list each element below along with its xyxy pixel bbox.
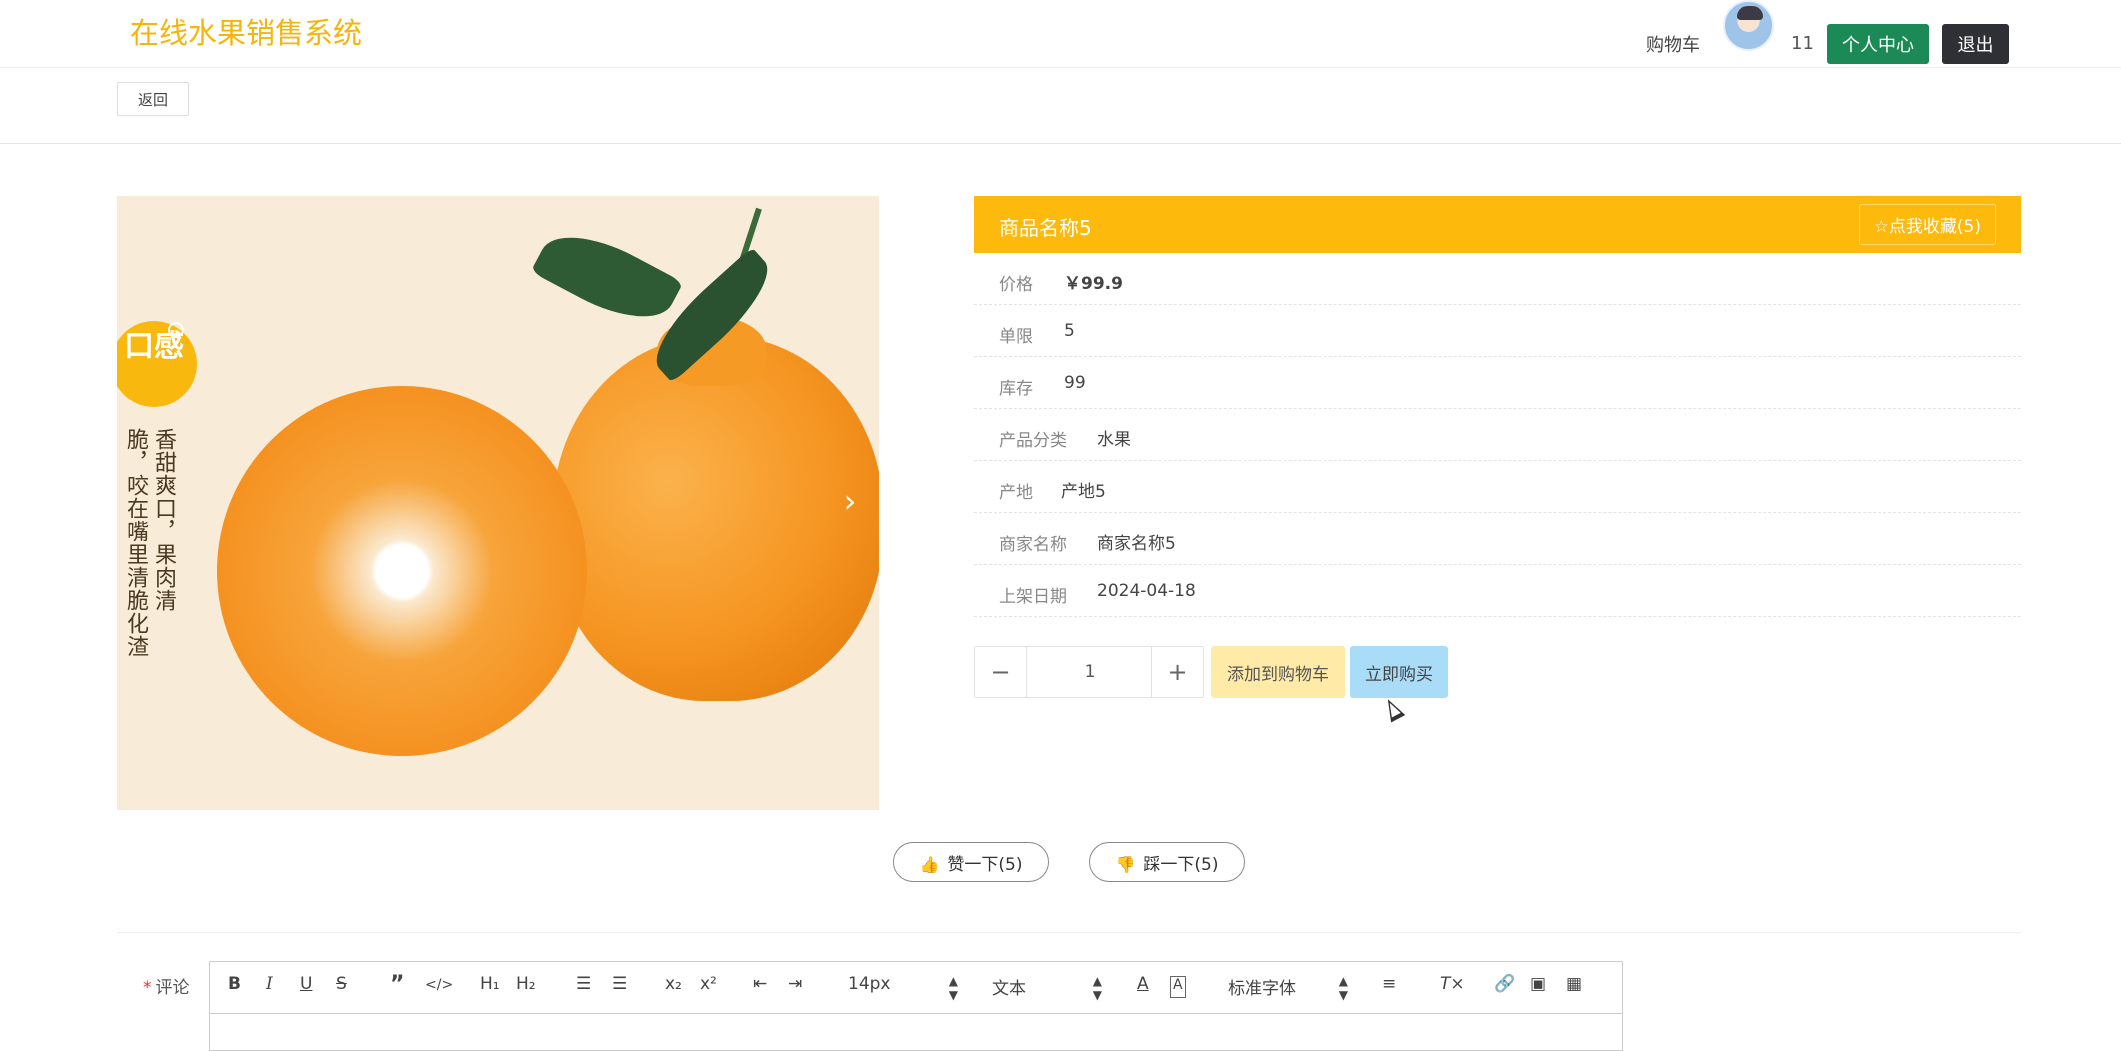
- cart-count: 11: [1791, 33, 1814, 54]
- align-icon[interactable]: ≡: [1382, 974, 1396, 1002]
- image-icon[interactable]: ▣: [1530, 974, 1546, 1002]
- taste-badge: 口感: [117, 321, 197, 407]
- increase-button[interactable]: +: [1151, 647, 1203, 697]
- thumbs-down-icon: 👎: [1115, 854, 1136, 874]
- leaf: [530, 216, 684, 338]
- field-value: 99: [1064, 373, 1086, 393]
- add-to-cart-button[interactable]: 添加到购物车: [1211, 646, 1345, 698]
- field-value: ￥99.9: [1064, 274, 1123, 294]
- field-label: 商家名称: [999, 535, 1067, 555]
- badge-dot: [168, 322, 184, 338]
- product-name: 商品名称5: [999, 216, 1092, 240]
- field-label: 单限: [999, 327, 1033, 347]
- top-header: 在线水果销售系统 购物车 11 个人中心 退出: [0, 0, 2121, 68]
- field-label: 库存: [999, 379, 1033, 399]
- orange-whole: [553, 336, 879, 701]
- select-arrow-icon: ▲ ▼: [1092, 974, 1102, 1002]
- required-mark: *: [143, 978, 152, 998]
- blockquote-icon[interactable]: ”: [390, 972, 404, 1000]
- like-button[interactable]: 👍 赞一下(5): [893, 842, 1049, 882]
- favorite-label: 点我收藏(5): [1888, 217, 1981, 237]
- bullet-list-icon[interactable]: ☰: [612, 974, 627, 1002]
- back-button[interactable]: 返回: [117, 82, 189, 116]
- heading2-icon[interactable]: H₂: [516, 974, 536, 1002]
- comment-label: * 评论: [143, 973, 190, 998]
- info-row-merchant: 商家名称 商家名称5: [974, 513, 2021, 565]
- comment-section: * 评论 B I U S ” </> H₁ H₂ ☰ ☰ x₂ x² ⇤ ⇥ 14…: [117, 932, 2021, 1051]
- rich-text-editor: B I U S ” </> H₁ H₂ ☰ ☰ x₂ x² ⇤ ⇥ 14px ▲ ▼…: [209, 961, 1623, 1051]
- text-type-select[interactable]: 文本 ▲ ▼: [992, 974, 1102, 1002]
- orange-half: [193, 362, 611, 780]
- field-value: 产地5: [1061, 482, 1106, 502]
- link-icon[interactable]: 🔗: [1494, 974, 1515, 1002]
- field-value: 2024-04-18: [1097, 581, 1196, 601]
- underline-icon[interactable]: U: [300, 974, 312, 1002]
- user-avatar[interactable]: [1723, 0, 1774, 51]
- info-row-date: 上架日期 2024-04-18: [974, 565, 2021, 617]
- comment-label-text: 评论: [155, 978, 190, 998]
- ordered-list-icon[interactable]: ☰: [576, 974, 591, 1002]
- indent-icon[interactable]: ⇥: [788, 974, 802, 1002]
- bold-icon[interactable]: B: [228, 974, 241, 1002]
- subscript-icon[interactable]: x₂: [665, 974, 682, 1002]
- editor-toolbar: B I U S ” </> H₁ H₂ ☰ ☰ x₂ x² ⇤ ⇥ 14px ▲ ▼…: [210, 962, 1622, 1014]
- font-color-icon[interactable]: A: [1137, 974, 1149, 1002]
- code-icon[interactable]: </>: [425, 977, 453, 1005]
- site-logo[interactable]: 在线水果销售系统: [130, 10, 362, 52]
- font-size-select[interactable]: 14px ▲ ▼: [848, 974, 958, 1002]
- quantity-stepper: − +: [974, 646, 1204, 698]
- favorite-button[interactable]: ☆点我收藏(5): [1858, 204, 1996, 245]
- font-family-select[interactable]: 标准字体 ▲ ▼: [1228, 974, 1348, 1002]
- image-caption-col1: 香甜爽口，果肉清: [151, 428, 176, 612]
- field-label: 产品分类: [999, 431, 1067, 451]
- dislike-label: 踩一下(5): [1143, 854, 1219, 875]
- text-type-value: 文本: [992, 979, 1026, 999]
- product-title-bar: 商品名称5 ☆点我收藏(5): [974, 196, 2021, 253]
- field-label: 价格: [999, 275, 1033, 295]
- field-label: 产地: [999, 483, 1033, 503]
- info-row-category: 产品分类 水果: [974, 409, 2021, 461]
- strikethrough-icon[interactable]: S: [336, 974, 347, 1002]
- select-arrow-icon: ▲ ▼: [948, 974, 958, 1002]
- select-arrow-icon: ▲ ▼: [1338, 974, 1348, 1002]
- user-center-button[interactable]: 个人中心: [1827, 24, 1929, 64]
- thumbs-up-icon: 👍: [919, 854, 940, 874]
- product-image-carousel[interactable]: 口感 香甜爽口，果肉清 脆，咬在嘴里清脆化渣 ›: [117, 196, 879, 810]
- info-row-limit: 单限 5: [974, 305, 2021, 357]
- field-label: 上架日期: [999, 587, 1067, 607]
- info-row-origin: 产地 产地5: [974, 461, 2021, 513]
- outdent-icon[interactable]: ⇤: [753, 974, 767, 1002]
- chevron-right-icon[interactable]: ›: [835, 485, 865, 517]
- heading1-icon[interactable]: H₁: [480, 974, 500, 1002]
- dislike-button[interactable]: 👎 踩一下(5): [1089, 842, 1245, 882]
- video-icon[interactable]: ▦: [1566, 974, 1582, 1002]
- like-label: 赞一下(5): [947, 854, 1023, 875]
- logout-button[interactable]: 退出: [1942, 24, 2009, 64]
- background-color-icon[interactable]: A: [1170, 976, 1186, 998]
- field-value: 5: [1064, 321, 1075, 341]
- info-row-stock: 库存 99: [974, 357, 2021, 409]
- sub-toolbar: 返回: [0, 68, 2121, 144]
- info-row-price: 价格 ￥99.9: [974, 253, 2021, 305]
- superscript-icon[interactable]: x²: [700, 974, 717, 1002]
- product-info-panel: 商品名称5 ☆点我收藏(5) 价格 ￥99.9 单限 5 库存 99 产品分类 …: [974, 196, 2021, 617]
- quantity-input[interactable]: [1027, 647, 1153, 697]
- clear-format-icon[interactable]: T×: [1440, 974, 1465, 1002]
- field-value: 商家名称5: [1097, 534, 1176, 554]
- field-value: 水果: [1097, 430, 1131, 450]
- font-family-value: 标准字体: [1228, 979, 1296, 999]
- mouse-cursor-icon: [1380, 695, 1406, 723]
- star-icon: ☆: [1873, 217, 1889, 237]
- buy-now-button[interactable]: 立即购买: [1350, 646, 1448, 698]
- font-size-value: 14px: [848, 974, 891, 994]
- decrease-button[interactable]: −: [975, 647, 1027, 697]
- cart-link[interactable]: 购物车: [1646, 31, 1700, 57]
- italic-icon[interactable]: I: [266, 974, 273, 1002]
- image-caption-col2: 脆，咬在嘴里清脆化渣: [123, 428, 148, 658]
